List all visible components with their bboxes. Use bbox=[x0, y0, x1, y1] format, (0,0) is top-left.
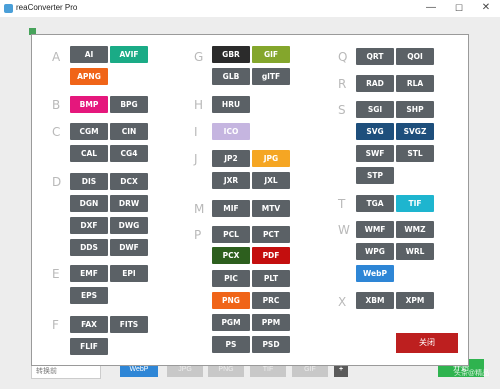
format-mif-button[interactable]: MIF bbox=[212, 200, 250, 217]
format-pcl-button[interactable]: PCL bbox=[212, 226, 250, 243]
format-tif-button[interactable]: TIF bbox=[396, 195, 434, 212]
format-svg-button[interactable]: SVG bbox=[356, 123, 394, 140]
format-pgm-button[interactable]: PGM bbox=[212, 314, 250, 331]
format-sgi-button[interactable]: SGI bbox=[356, 101, 394, 118]
format-xbm-button[interactable]: XBM bbox=[356, 292, 394, 309]
section-letter-a: A bbox=[52, 50, 61, 64]
title-bar: reaConverter Pro — ☐ ✕ bbox=[0, 0, 500, 17]
format-emf-button[interactable]: EMF bbox=[70, 265, 108, 282]
format-jxl-button[interactable]: JXL bbox=[252, 172, 290, 189]
format-xpm-button[interactable]: XPM bbox=[396, 292, 434, 309]
format-ico-button[interactable]: ICO bbox=[212, 123, 250, 140]
format-gbr-button[interactable]: GBR bbox=[212, 46, 250, 63]
format-gif-button[interactable]: GIF bbox=[252, 46, 290, 63]
maximize-button[interactable]: ☐ bbox=[449, 1, 469, 15]
section-letter-x: X bbox=[338, 295, 347, 309]
format-epi-button[interactable]: EPI bbox=[110, 265, 148, 282]
format-tga-button[interactable]: TGA bbox=[356, 195, 394, 212]
close-window-button[interactable]: ✕ bbox=[476, 1, 496, 15]
watermark: 头条@精品 bbox=[454, 370, 490, 377]
section-letter-r: R bbox=[338, 77, 347, 91]
format-ai-button[interactable]: AI bbox=[70, 46, 108, 63]
format-gltf-button[interactable]: glTF bbox=[252, 68, 290, 85]
section-letter-j: J bbox=[194, 152, 198, 166]
format-fax-button[interactable]: FAX bbox=[70, 316, 108, 333]
format-pic-button[interactable]: PIC bbox=[212, 270, 250, 287]
format-jp2-button[interactable]: JP2 bbox=[212, 150, 250, 167]
section-letter-h: H bbox=[194, 98, 204, 112]
format-dcx-button[interactable]: DCX bbox=[110, 173, 148, 190]
format-wpg-button[interactable]: WPG bbox=[356, 243, 394, 260]
format-cal-button[interactable]: CAL bbox=[70, 145, 108, 162]
section-letter-m: M bbox=[194, 202, 205, 216]
format-bmp-button[interactable]: BMP bbox=[70, 96, 108, 113]
window-title: reaConverter Pro bbox=[16, 3, 78, 12]
format-glb-button[interactable]: GLB bbox=[212, 68, 250, 85]
minimize-button[interactable]: — bbox=[421, 1, 441, 15]
section-letter-b: B bbox=[52, 98, 61, 112]
format-cg4-button[interactable]: CG4 bbox=[110, 145, 148, 162]
format-webp-button[interactable]: WebP bbox=[356, 265, 394, 282]
section-letter-q: Q bbox=[338, 50, 348, 64]
format-rad-button[interactable]: RAD bbox=[356, 75, 394, 92]
format-dis-button[interactable]: DIS bbox=[70, 173, 108, 190]
format-avif-button[interactable]: AVIF bbox=[110, 46, 148, 63]
format-dgn-button[interactable]: DGN bbox=[70, 195, 108, 212]
format-jxr-button[interactable]: JXR bbox=[212, 172, 250, 189]
section-letter-e: E bbox=[52, 267, 60, 281]
format-wmz-button[interactable]: WMZ bbox=[396, 221, 434, 238]
format-mtv-button[interactable]: MTV bbox=[252, 200, 290, 217]
section-letter-f: F bbox=[52, 318, 59, 332]
section-letter-i: I bbox=[194, 125, 198, 139]
section-letter-t: T bbox=[338, 197, 346, 211]
section-letter-p: P bbox=[194, 228, 202, 242]
app-logo-icon bbox=[4, 4, 13, 13]
format-pcx-button[interactable]: PCX bbox=[212, 247, 250, 264]
format-qoi-button[interactable]: QOI bbox=[396, 48, 434, 65]
format-png-button[interactable]: PNG bbox=[212, 292, 250, 309]
format-stl-button[interactable]: STL bbox=[396, 145, 434, 162]
format-dwf-button[interactable]: DWF bbox=[110, 239, 148, 256]
format-pct-button[interactable]: PCT bbox=[252, 226, 290, 243]
format-picker-dialog: 关闭 A B C D E F G H I J M P Q R S T W X AI AVIF APNG BMP BPG CGM… bbox=[31, 34, 469, 366]
format-shp-button[interactable]: SHP bbox=[396, 101, 434, 118]
format-wrl-button[interactable]: WRL bbox=[396, 243, 434, 260]
format-fits-button[interactable]: FITS bbox=[110, 316, 148, 333]
format-cin-button[interactable]: CIN bbox=[110, 123, 148, 140]
format-flif-button[interactable]: FLIF bbox=[70, 338, 108, 355]
format-wmf-button[interactable]: WMF bbox=[356, 221, 394, 238]
format-apng-button[interactable]: APNG bbox=[70, 68, 108, 85]
format-cgm-button[interactable]: CGM bbox=[70, 123, 108, 140]
section-letter-g: G bbox=[194, 50, 204, 64]
section-letter-s: S bbox=[338, 103, 346, 117]
format-prc-button[interactable]: PRC bbox=[252, 292, 290, 309]
format-plt-button[interactable]: PLT bbox=[252, 270, 290, 287]
format-pdf-button[interactable]: PDF bbox=[252, 247, 290, 264]
format-ps-button[interactable]: PS bbox=[212, 336, 250, 353]
format-psd-button[interactable]: PSD bbox=[252, 336, 290, 353]
format-ppm-button[interactable]: PPM bbox=[252, 314, 290, 331]
format-eps-button[interactable]: EPS bbox=[70, 287, 108, 304]
format-drw-button[interactable]: DRW bbox=[110, 195, 148, 212]
format-svgz-button[interactable]: SVGZ bbox=[396, 123, 434, 140]
format-bpg-button[interactable]: BPG bbox=[110, 96, 148, 113]
format-dwg-button[interactable]: DWG bbox=[110, 217, 148, 234]
format-swf-button[interactable]: SWF bbox=[356, 145, 394, 162]
close-dialog-button[interactable]: 关闭 bbox=[396, 333, 458, 353]
format-stp-button[interactable]: STP bbox=[356, 167, 394, 184]
section-letter-d: D bbox=[52, 175, 62, 189]
section-letter-c: C bbox=[52, 125, 61, 139]
format-qrt-button[interactable]: QRT bbox=[356, 48, 394, 65]
section-letter-w: W bbox=[338, 223, 350, 237]
format-jpg-button[interactable]: JPG bbox=[252, 150, 290, 167]
format-dds-button[interactable]: DDS bbox=[70, 239, 108, 256]
format-hru-button[interactable]: HRU bbox=[212, 96, 250, 113]
format-dxf-button[interactable]: DXF bbox=[70, 217, 108, 234]
format-rla-button[interactable]: RLA bbox=[396, 75, 434, 92]
